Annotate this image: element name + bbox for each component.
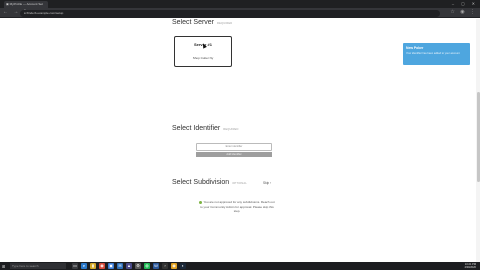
optional-tag: OPTIONAL bbox=[232, 182, 247, 185]
window-controls[interactable]: – ◻ ✕ bbox=[452, 1, 478, 6]
page-content: Select Server REQUIRED Server #1 Shop Cut… bbox=[0, 19, 480, 262]
identifier-input[interactable]: Enter identifier bbox=[196, 143, 272, 151]
select-identifier-heading: Select Identifier REQUIRED bbox=[172, 125, 239, 132]
toast-title: New Poker bbox=[406, 46, 424, 50]
notification-toast[interactable]: New Poker Your identifier has been added… bbox=[403, 43, 470, 65]
mail-icon[interactable]: ✉ bbox=[117, 263, 123, 269]
server-subtitle: Shop Cutter Ny bbox=[192, 56, 214, 60]
spotify-icon[interactable]: ◍ bbox=[144, 263, 150, 269]
explorer-icon[interactable]: ▮ bbox=[90, 263, 96, 269]
chrome-icon[interactable]: ◉ bbox=[99, 263, 105, 269]
add-identifier-button[interactable]: Add Identifier bbox=[196, 152, 272, 157]
select-subdivision-heading: Select Subdivision OPTIONAL bbox=[172, 179, 247, 186]
windows-start-icon[interactable]: ⊞ bbox=[2, 264, 5, 269]
clock-date: 4/30/2020 bbox=[464, 266, 476, 269]
browser-menu-icon[interactable]: ☆ ◉ ⋮ bbox=[450, 9, 477, 15]
taskbar-search-input[interactable]: Type here to search bbox=[10, 263, 66, 269]
settings-icon[interactable]: ⚙ bbox=[135, 263, 141, 269]
steam-icon[interactable]: ◐ bbox=[180, 263, 186, 269]
subdivision-notice: You are not approved for any subdivision… bbox=[198, 200, 276, 214]
toast-message: Your identifier has been added to your a… bbox=[406, 52, 460, 55]
server-card[interactable]: Server #1 Shop Cutter Ny bbox=[174, 36, 232, 67]
edge-icon[interactable]: e bbox=[81, 263, 87, 269]
address-bar-row: ← → ↻ ● lfinderb.example.com/setup ☆ ◉ ⋮ bbox=[0, 8, 480, 18]
photos-icon[interactable]: ▲ bbox=[126, 263, 132, 269]
scrollbar-thumb[interactable] bbox=[476, 92, 480, 182]
chrome-icon-2[interactable]: ◉ bbox=[171, 263, 177, 269]
taskbar-icons: ▭ e ▮ ◉ ▣ ✉ ▲ ⚙ ◍ W › ◉ ◐ bbox=[72, 263, 186, 269]
required-tag: REQUIRED bbox=[217, 22, 233, 25]
notice-text: You are not approved for any subdivision… bbox=[200, 200, 275, 214]
url-field[interactable]: ● lfinderb.example.com/setup bbox=[20, 9, 440, 17]
required-tag: REQUIRED bbox=[223, 128, 239, 131]
terminal-icon[interactable]: › bbox=[162, 263, 168, 269]
select-identifier-title: Select Identifier bbox=[172, 125, 221, 132]
store-icon[interactable]: ▣ bbox=[108, 263, 114, 269]
select-subdivision-title: Select Subdivision bbox=[172, 179, 230, 186]
skip-button[interactable]: Skip › bbox=[263, 181, 271, 185]
browser-tab-bar: ▣ MyProfile — Account Set – ◻ ✕ bbox=[0, 0, 480, 8]
info-dot-icon bbox=[199, 200, 203, 204]
task-view-icon[interactable]: ▭ bbox=[72, 263, 78, 269]
word-icon[interactable]: W bbox=[153, 263, 159, 269]
taskbar: ⊞ Type here to search ▭ e ▮ ◉ ▣ ✉ ▲ ⚙ ◍ W › ◉ ◐ 10:2… bbox=[0, 262, 480, 270]
browser-tab[interactable]: ▣ MyProfile — Account Set bbox=[4, 1, 48, 8]
select-server-heading: Select Server REQUIRED bbox=[172, 19, 232, 26]
system-clock[interactable]: 10:21 PM 4/30/2020 bbox=[464, 263, 476, 270]
select-server-title: Select Server bbox=[172, 19, 215, 26]
